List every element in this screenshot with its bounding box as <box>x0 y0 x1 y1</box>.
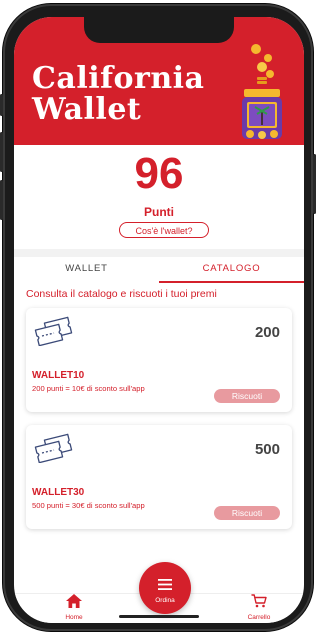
item-code: WALLET10 <box>32 370 85 381</box>
item-description: 200 punti = 10€ di sconto sull'app <box>32 384 145 393</box>
points-value: 96 <box>134 149 184 198</box>
nav-cart[interactable]: Carrello <box>239 594 279 621</box>
order-button[interactable]: Ordina <box>139 562 191 614</box>
active-tab-indicator <box>159 281 304 283</box>
item-cost: 200 <box>254 324 280 341</box>
wallet-info-button[interactable]: Cos'è l'wallet? <box>119 222 209 238</box>
redeem-button[interactable]: Riscuoti <box>214 506 280 520</box>
item-cost: 500 <box>254 441 280 458</box>
phone-frame: California Wallet 96 Punti Cos'è l'walle… <box>0 4 316 631</box>
nav-home-label: Home <box>65 614 83 621</box>
nav-cart-label: Carrello <box>247 614 271 621</box>
item-description: 500 punti = 30€ di sconto sull'app <box>32 501 145 510</box>
cart-icon <box>251 594 267 608</box>
catalog-subtitle: Consulta il catalogo e riscuoti i tuoi p… <box>26 288 217 300</box>
nav-home[interactable]: Home <box>54 594 94 621</box>
redeem-button[interactable]: Riscuoti <box>214 389 280 403</box>
phone-volume-up-button <box>0 132 3 172</box>
catalog-item-card: 500 WALLET30 500 punti = 30€ di sconto s… <box>26 425 292 529</box>
app-title-line1: California <box>32 61 205 96</box>
catalog-item-card: 200 WALLET10 200 punti = 10€ di sconto s… <box>26 308 292 412</box>
points-label: Punti <box>144 205 174 219</box>
app-screen: California Wallet 96 Punti Cos'è l'walle… <box>14 17 304 623</box>
tab-wallet[interactable]: WALLET <box>14 263 159 274</box>
order-button-label: Ordina <box>155 597 175 604</box>
home-icon <box>66 594 82 608</box>
phone-power-button <box>313 154 316 214</box>
item-code: WALLET30 <box>32 487 85 498</box>
menu-icon <box>158 579 172 590</box>
tab-catalogo[interactable]: CATALOGO <box>159 263 304 274</box>
ticket-icon <box>34 316 73 346</box>
coin-jar-icon <box>242 44 282 139</box>
home-indicator <box>119 615 199 618</box>
phone-volume-down-button <box>0 180 3 220</box>
app-title-line2: Wallet <box>32 92 142 127</box>
phone-notch <box>84 17 234 43</box>
app-title: California Wallet <box>32 63 204 125</box>
phone-side-button <box>0 94 3 116</box>
ticket-icon <box>34 433 73 463</box>
section-divider <box>14 249 304 257</box>
